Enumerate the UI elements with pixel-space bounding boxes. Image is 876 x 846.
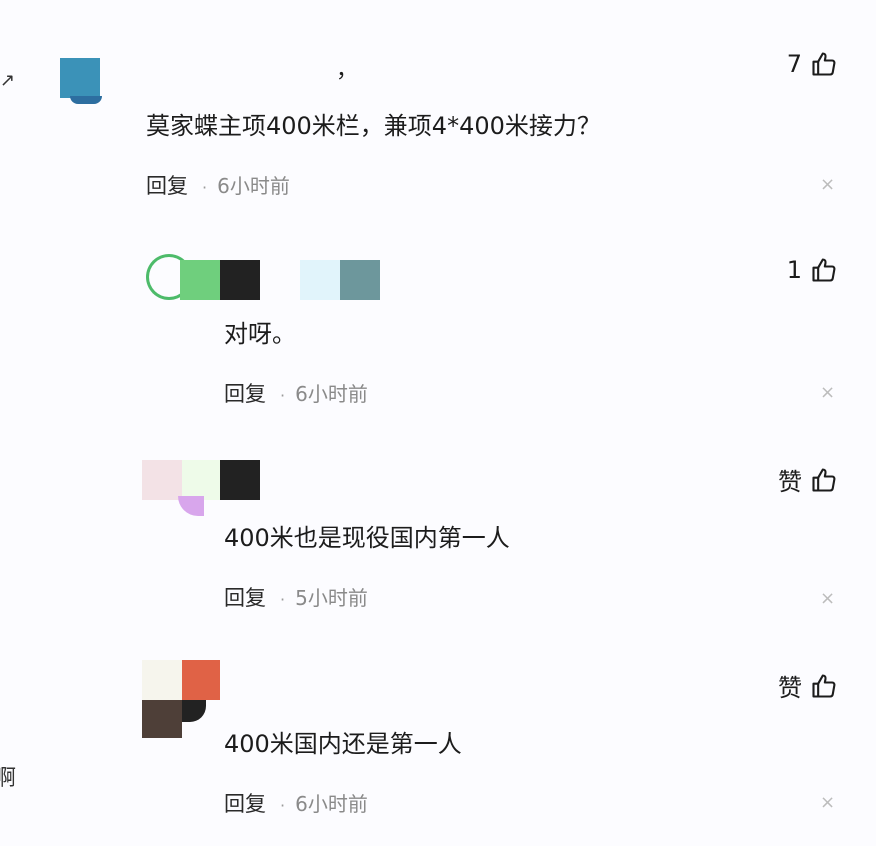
separator-dot: · [202,178,208,197]
thumbs-up-icon [812,467,836,492]
comment-meta: 回复 · 6小时前 [224,378,368,408]
avatar[interactable] [142,460,222,520]
comment-text: 对呀。 [224,320,296,348]
like-button[interactable]: 7 [787,50,838,78]
timestamp: 6小时前 [295,382,368,406]
comment-text: 莫家蝶主项400米栏，兼项4*400米接力？ [146,112,601,140]
edge-fragment-bottom: 啊 [0,766,17,791]
like-label: 赞 [778,468,802,496]
thumbs-up-icon [812,673,836,698]
like-label: 赞 [778,674,802,702]
thumbs-up-icon [812,258,836,282]
avatar[interactable] [146,252,220,308]
comment-meta: 回复 · 5小时前 [224,582,368,612]
reply-button[interactable]: 回复 [146,174,188,198]
reply-button[interactable]: 回复 [224,382,266,406]
separator-dot: · [280,590,286,609]
comment-text: 400米国内还是第一人 [224,730,462,758]
like-button[interactable]: 赞 [778,668,838,703]
like-count: 7 [786,50,802,78]
avatar[interactable] [142,660,222,740]
close-icon[interactable]: × [820,588,835,609]
reply-button[interactable]: 回复 [224,792,266,816]
comment-meta: 回复 · 6小时前 [146,170,290,200]
timestamp: 6小时前 [217,174,290,198]
separator-dot: · [280,386,286,405]
avatar[interactable] [60,58,102,106]
like-count: 1 [786,256,802,284]
username-redacted [220,260,260,300]
close-icon[interactable]: × [820,792,835,813]
reply-button[interactable]: 回复 [224,586,266,610]
like-button[interactable]: 1 [787,256,838,284]
like-button[interactable]: 赞 [778,462,838,497]
username-fragment: ， [336,58,359,83]
close-icon[interactable]: × [820,382,835,403]
thumbs-up-icon [812,52,836,76]
comment-text: 400米也是现役国内第一人 [224,524,510,552]
username-redacted [220,460,260,500]
comment-meta: 回复 · 6小时前 [224,788,368,818]
username-redacted [340,260,380,300]
close-icon[interactable]: × [820,174,835,195]
separator-dot: · [280,796,286,815]
timestamp: 6小时前 [295,792,368,816]
username-redacted [300,260,340,300]
timestamp: 5小时前 [295,586,368,610]
edge-fragment-top: ↗ [0,70,16,91]
